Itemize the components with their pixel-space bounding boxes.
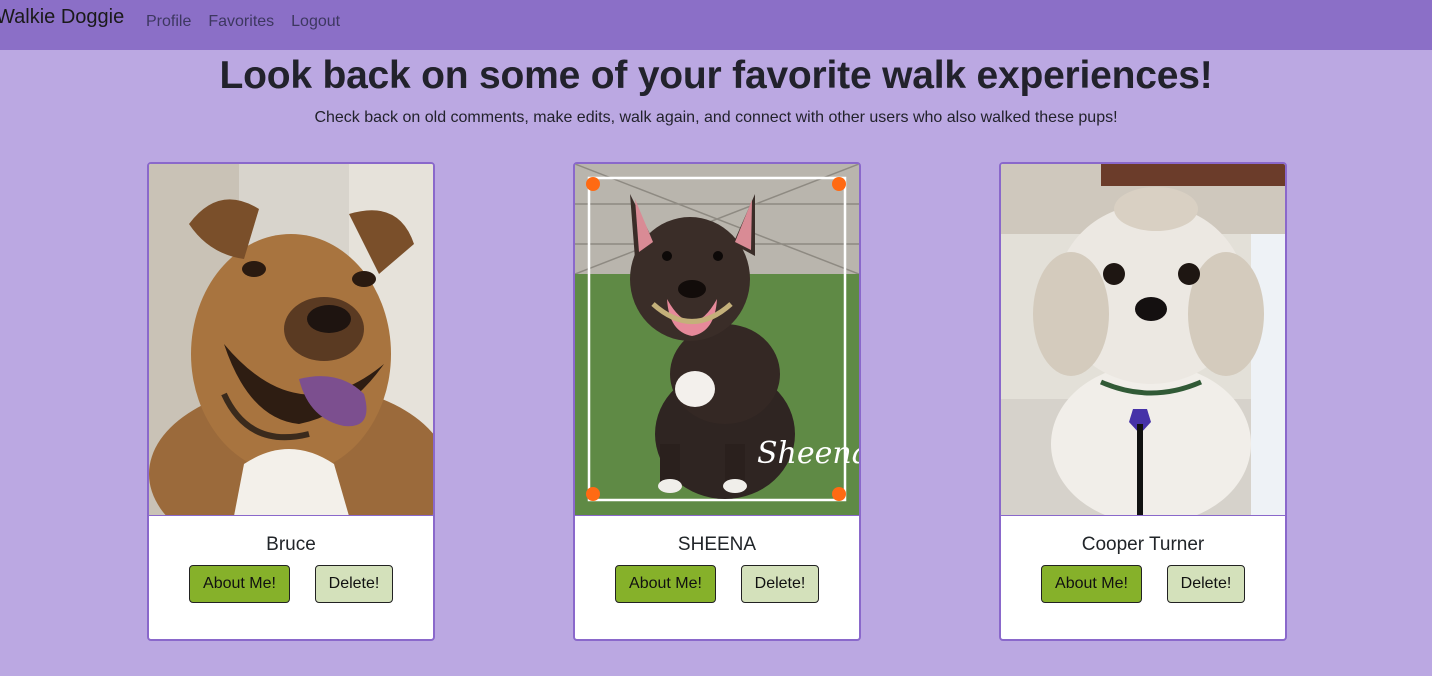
nav-link-logout[interactable]: Logout xyxy=(291,12,340,32)
page-title: Look back on some of your favorite walk … xyxy=(219,54,1213,97)
navbar: Walkie Doggie Profile Favorites Logout xyxy=(0,0,1432,50)
delete-button[interactable]: Delete! xyxy=(315,565,393,603)
dog-name: Cooper Turner xyxy=(1081,534,1205,555)
about-me-button[interactable]: About Me! xyxy=(189,565,290,603)
brand-logo-text[interactable]: Walkie Doggie xyxy=(0,6,124,29)
about-me-button[interactable]: About Me! xyxy=(615,565,716,603)
delete-button[interactable]: Delete! xyxy=(1167,565,1245,603)
dog-card-cooper-turner: Cooper Turner About Me! Delete! xyxy=(999,162,1287,641)
page-subtitle: Check back on old comments, make edits, … xyxy=(314,109,1118,126)
dog-card-bruce: Bruce About Me! Delete! xyxy=(147,162,435,641)
dog-card-sheena: Sheena SHEENA About Me! Delete! xyxy=(573,162,861,641)
nav-link-favorites[interactable]: Favorites xyxy=(208,12,274,32)
dog-name: Bruce xyxy=(266,534,316,555)
dog-name: SHEENA xyxy=(677,534,757,555)
delete-button[interactable]: Delete! xyxy=(741,565,819,603)
nav-links: Profile Favorites Logout xyxy=(146,12,357,32)
about-me-button[interactable]: About Me! xyxy=(1041,565,1142,603)
dog-photo-cooper-turner xyxy=(1001,164,1285,516)
nav-link-profile[interactable]: Profile xyxy=(146,12,191,32)
photo-caption: Sheena xyxy=(757,436,859,471)
dog-photo-sheena: Sheena xyxy=(575,164,859,516)
dog-photo-bruce xyxy=(149,164,433,516)
